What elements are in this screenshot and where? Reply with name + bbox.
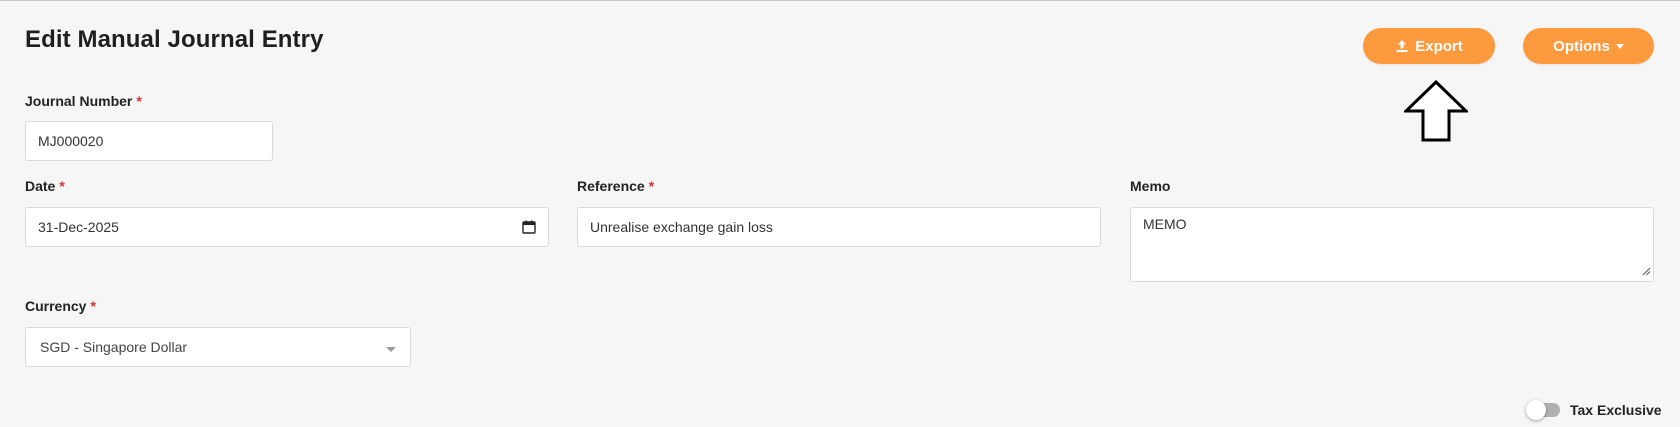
required-mark: * — [648, 178, 655, 194]
page-title: Edit Manual Journal Entry — [25, 26, 324, 53]
journal-number-label-text: Journal Number — [25, 93, 133, 109]
options-button[interactable]: Options — [1523, 28, 1654, 64]
memo-value: MEMO — [1143, 216, 1187, 232]
currency-label: Currency * — [25, 298, 96, 314]
pointer-arrow-icon — [1404, 80, 1468, 142]
export-label: Export — [1415, 37, 1463, 55]
resize-handle-icon[interactable] — [1642, 263, 1651, 279]
currency-value: SGD - Singapore Dollar — [40, 339, 188, 355]
reference-label-text: Reference — [577, 178, 645, 194]
currency-select[interactable]: SGD - Singapore Dollar — [25, 327, 411, 367]
date-label-text: Date — [25, 178, 56, 194]
date-input[interactable]: 31-Dec-2025 — [25, 207, 549, 247]
date-value: 31-Dec-2025 — [38, 219, 119, 235]
memo-label: Memo — [1130, 178, 1170, 194]
reference-input[interactable]: Unrealise exchange gain loss — [577, 207, 1101, 247]
required-mark: * — [59, 178, 65, 194]
calendar-icon[interactable] — [522, 220, 536, 237]
required-mark: * — [136, 93, 142, 109]
memo-textarea[interactable]: MEMO — [1130, 207, 1654, 282]
journal-number-label: Journal Number * — [25, 93, 142, 109]
chevron-down-icon — [386, 347, 396, 352]
currency-label-text: Currency — [25, 298, 87, 314]
reference-label: Reference * — [577, 178, 654, 194]
toggle-knob — [1526, 400, 1546, 420]
options-label: Options — [1553, 37, 1610, 55]
journal-number-value: MJ000020 — [38, 133, 104, 149]
chevron-down-icon — [1615, 44, 1624, 49]
export-button[interactable]: Export — [1363, 28, 1495, 64]
top-border — [0, 0, 1680, 1]
required-mark: * — [90, 298, 96, 314]
memo-label-text: Memo — [1130, 178, 1171, 194]
tax-exclusive-label: Tax Exclusive — [1570, 402, 1662, 418]
upload-icon — [1395, 39, 1409, 53]
tax-exclusive-toggle[interactable] — [1526, 400, 1560, 420]
reference-value: Unrealise exchange gain loss — [590, 219, 773, 235]
date-label: Date * — [25, 178, 65, 194]
journal-number-input[interactable]: MJ000020 — [25, 121, 273, 161]
tax-exclusive-control: Tax Exclusive — [1526, 400, 1662, 420]
